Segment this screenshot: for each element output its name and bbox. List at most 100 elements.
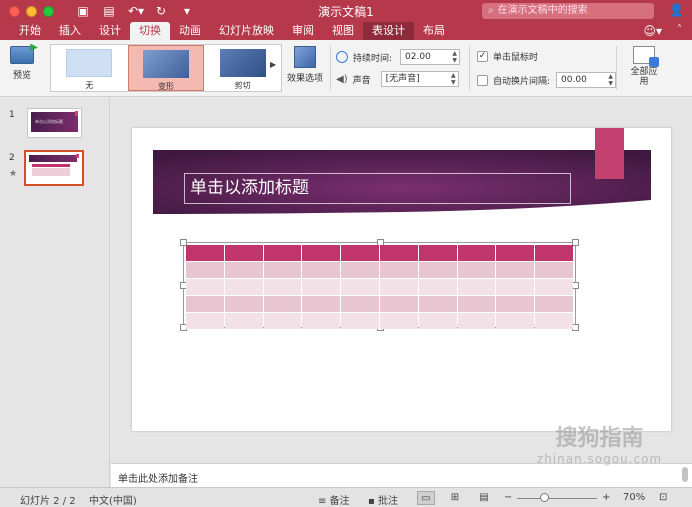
table-cell[interactable]: [418, 262, 457, 278]
add-user-icon[interactable]: 👤: [669, 3, 684, 17]
table-cell[interactable]: [186, 296, 224, 312]
table-cell[interactable]: [535, 313, 573, 329]
table-cell[interactable]: [302, 262, 341, 278]
redo-icon[interactable]: ↻: [154, 4, 168, 18]
table-cell[interactable]: [379, 262, 418, 278]
preview-button[interactable]: 预览: [6, 42, 38, 81]
table-cell[interactable]: [224, 262, 263, 278]
table-cell[interactable]: [496, 313, 535, 329]
table-cell[interactable]: [496, 279, 535, 295]
table-cell[interactable]: [418, 279, 457, 295]
table-cell[interactable]: [379, 313, 418, 329]
tab-transitions[interactable]: 切换: [130, 22, 170, 40]
table-header-cell[interactable]: [418, 245, 457, 261]
tab-review[interactable]: 审阅: [283, 22, 323, 40]
table-cell[interactable]: [418, 296, 457, 312]
table-cell[interactable]: [418, 313, 457, 329]
table-cell[interactable]: [302, 313, 341, 329]
transition-morph[interactable]: 变形: [127, 45, 205, 91]
duration-stepper-icon[interactable]: ▲ ▼: [452, 50, 457, 64]
search-input[interactable]: ⌕ 在演示文稿中的搜索: [482, 3, 654, 19]
table-header-cell[interactable]: [186, 245, 224, 261]
save-icon[interactable]: ▤: [102, 4, 116, 18]
table-cell[interactable]: [341, 279, 379, 295]
table-header-cell[interactable]: [341, 245, 379, 261]
table-cell[interactable]: [186, 279, 224, 295]
zoom-out-button[interactable]: −: [504, 492, 512, 503]
table-cell[interactable]: [263, 313, 302, 329]
table-header-cell[interactable]: [457, 245, 496, 261]
undo-icon[interactable]: ↶▾: [128, 4, 144, 18]
table-cell[interactable]: [457, 279, 496, 295]
table-cell[interactable]: [535, 296, 573, 312]
collapse-ribbon-icon[interactable]: ˄: [677, 24, 682, 35]
notes-toggle[interactable]: ≡ 备注: [318, 492, 350, 507]
table-cell[interactable]: [224, 296, 263, 312]
smiley-icon[interactable]: ☺▾: [643, 24, 662, 38]
tab-view[interactable]: 视图: [323, 22, 363, 40]
table-cell[interactable]: [457, 313, 496, 329]
table-header-cell[interactable]: [496, 245, 535, 261]
comments-toggle[interactable]: ▪ 批注: [368, 492, 398, 507]
table-cell[interactable]: [496, 262, 535, 278]
table-cell[interactable]: [535, 279, 573, 295]
tab-slideshow[interactable]: 幻灯片放映: [210, 22, 283, 40]
zoom-slider-track[interactable]: [517, 498, 597, 499]
sidebar-toggle-icon[interactable]: ▣: [76, 4, 90, 18]
table-cell[interactable]: [186, 262, 224, 278]
effect-options-button[interactable]: 效果选项: [285, 44, 325, 84]
resize-handle[interactable]: [572, 239, 579, 246]
auto-advance-checkbox[interactable]: [477, 74, 488, 86]
table[interactable]: [186, 245, 573, 329]
table-cell[interactable]: [263, 279, 302, 295]
tab-home[interactable]: 开始: [10, 22, 50, 40]
table-cell[interactable]: [457, 262, 496, 278]
sound-select[interactable]: [无声音] ▲ ▼: [380, 71, 459, 87]
table-cell[interactable]: [224, 279, 263, 295]
table-cell[interactable]: [302, 296, 341, 312]
customize-qat-icon[interactable]: ▾: [180, 4, 194, 18]
slide-sorter-icon[interactable]: ⊞: [446, 491, 464, 505]
slide-thumbnail-1[interactable]: 单击以添加标题: [27, 108, 82, 138]
table-cell[interactable]: [341, 262, 379, 278]
table-header-cell[interactable]: [224, 245, 263, 261]
resize-handle[interactable]: [572, 282, 579, 289]
fit-window-icon[interactable]: ⊡: [659, 492, 667, 503]
zoom-slider-knob[interactable]: [540, 493, 549, 502]
auto-advance-field[interactable]: 00.00 ▲ ▼: [556, 72, 617, 88]
tab-layout[interactable]: 布局: [414, 22, 454, 40]
transition-none[interactable]: 无: [51, 45, 128, 91]
normal-view-icon[interactable]: ▭: [417, 491, 435, 505]
table-cell[interactable]: [186, 313, 224, 329]
table-cell[interactable]: [379, 296, 418, 312]
table-cell[interactable]: [496, 296, 535, 312]
table-cell[interactable]: [341, 313, 379, 329]
gallery-more-icon[interactable]: ▶: [270, 60, 276, 69]
notes-pane[interactable]: 单击此处添加备注: [111, 463, 692, 487]
table-cell[interactable]: [263, 262, 302, 278]
table-cell[interactable]: [341, 296, 379, 312]
table-cell[interactable]: [535, 262, 573, 278]
table-cell[interactable]: [302, 279, 341, 295]
table-cell[interactable]: [263, 296, 302, 312]
zoom-in-button[interactable]: +: [602, 492, 610, 503]
on-click-checkbox[interactable]: ✓: [477, 51, 488, 62]
zoom-level[interactable]: 70%: [623, 492, 645, 503]
resize-handle[interactable]: [572, 324, 579, 331]
auto-advance-stepper-icon[interactable]: ▲ ▼: [608, 73, 613, 87]
duration-field[interactable]: 02.00 ▲ ▼: [400, 49, 461, 65]
table-header-cell[interactable]: [263, 245, 302, 261]
close-icon[interactable]: [9, 5, 20, 17]
tab-insert[interactable]: 插入: [50, 22, 90, 40]
reading-view-icon[interactable]: ▤: [475, 491, 493, 505]
tab-table-design[interactable]: 表设计: [363, 22, 414, 40]
language-indicator[interactable]: 中文(中国): [89, 492, 137, 507]
tab-animations[interactable]: 动画: [170, 22, 210, 40]
table-header-cell[interactable]: [302, 245, 341, 261]
table-cell[interactable]: [379, 279, 418, 295]
title-placeholder[interactable]: 单击以添加标题: [184, 173, 571, 204]
zoom-icon[interactable]: [43, 5, 54, 17]
apply-all-button[interactable]: 全部应用: [628, 46, 660, 87]
slide-thumbnail-2[interactable]: [24, 150, 84, 186]
tab-design[interactable]: 设计: [90, 22, 130, 40]
